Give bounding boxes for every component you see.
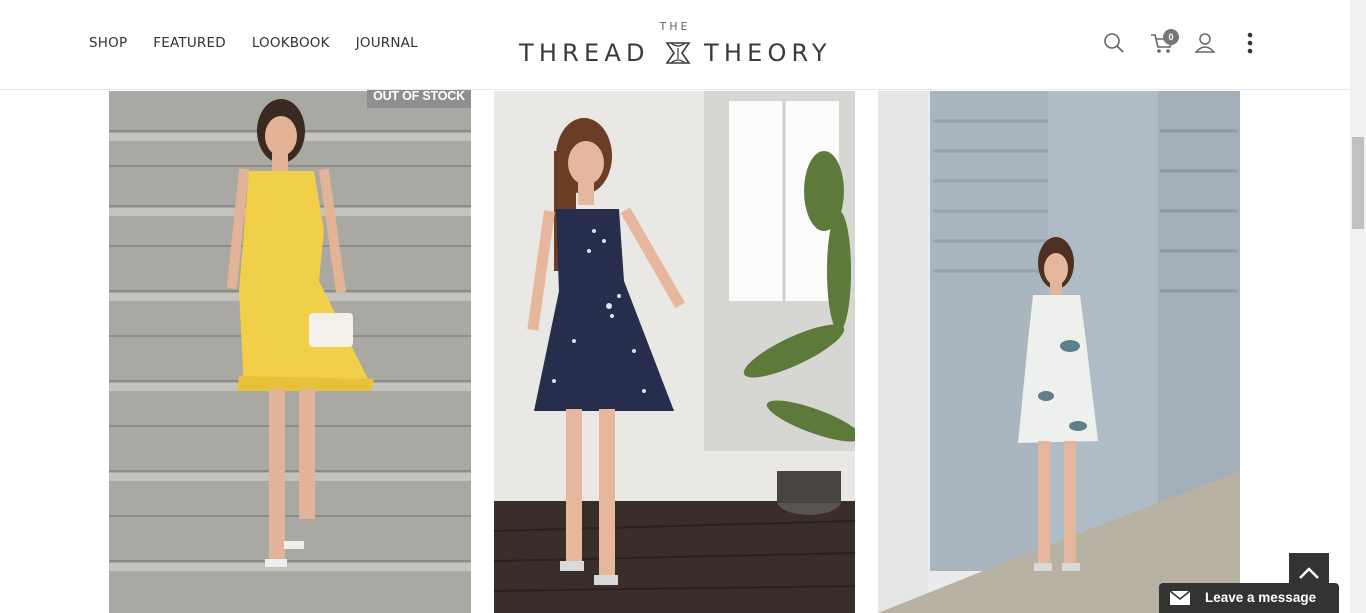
scrollbar-thumb[interactable] xyxy=(1352,137,1364,229)
product-image-1[interactable] xyxy=(109,91,471,613)
page-scrollbar[interactable] xyxy=(1350,0,1366,613)
logo-spool-icon xyxy=(665,42,691,64)
leave-message-button[interactable]: Leave a message xyxy=(1159,583,1339,613)
chevron-up-icon xyxy=(1299,567,1319,579)
brand-logo[interactable]: THE THREAD THEORY xyxy=(519,20,831,70)
logo-word-theory: THEORY xyxy=(704,39,832,67)
user-icon[interactable] xyxy=(1193,31,1217,55)
product-image-3[interactable] xyxy=(878,91,1240,613)
main-nav: SHOP FEATURED LOOKBOOK JOURNAL xyxy=(89,35,418,51)
nav-shop[interactable]: SHOP xyxy=(89,35,127,51)
cart-count-badge: 0 xyxy=(1163,29,1179,45)
logo-word-thread: THREAD xyxy=(519,39,650,67)
product-card-2[interactable] xyxy=(494,91,855,613)
nav-featured[interactable]: FEATURED xyxy=(153,35,226,51)
product-card-3[interactable] xyxy=(878,91,1240,613)
more-vertical-icon[interactable] xyxy=(1238,30,1262,56)
product-image-2[interactable] xyxy=(494,91,855,613)
logo-the: THE xyxy=(659,20,691,33)
nav-lookbook[interactable]: LOOKBOOK xyxy=(252,35,330,51)
envelope-icon xyxy=(1169,590,1191,605)
product-card-1[interactable] xyxy=(109,91,471,613)
site-header: SHOP FEATURED LOOKBOOK JOURNAL THE THREA… xyxy=(0,0,1350,90)
leave-message-label: Leave a message xyxy=(1205,590,1317,605)
search-icon[interactable] xyxy=(1102,31,1126,55)
nav-journal[interactable]: JOURNAL xyxy=(356,35,418,51)
